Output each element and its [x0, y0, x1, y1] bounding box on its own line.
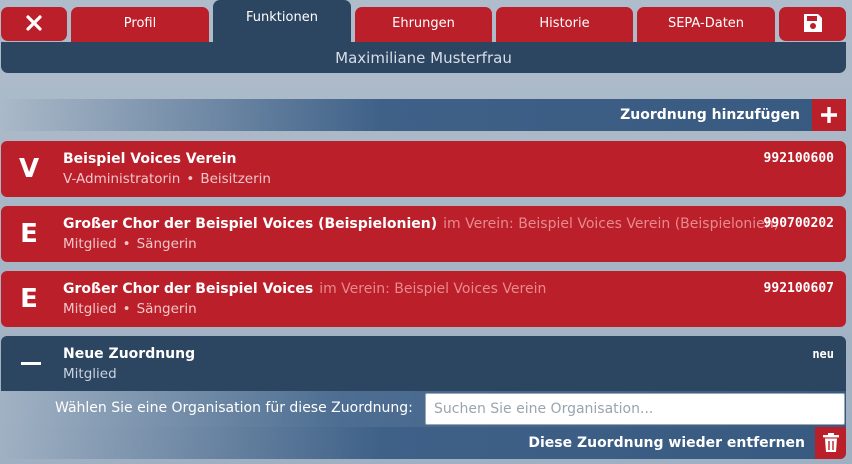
organisation-label: Wählen Sie eine Organisation für diese Z…: [55, 400, 413, 416]
assignment-type-letter: E: [20, 284, 38, 314]
tab-label: Ehrungen: [392, 16, 455, 31]
add-assignment-label[interactable]: Zuordnung hinzufügen: [620, 107, 800, 123]
separator-dot: •: [122, 236, 131, 252]
remove-assignment-bar: Diese Zuordnung wieder entfernen: [1, 427, 846, 459]
tab-label: Profil: [123, 16, 157, 31]
save-icon: [803, 14, 822, 32]
assignment-card[interactable]: E Großer Chor der Beispiel Voices im Vere…: [1, 271, 846, 327]
separator-dot: •: [122, 301, 131, 317]
new-assignment-card[interactable]: Neue Zuordnung Mitglied neu: [1, 336, 846, 391]
assignment-roles: Mitglied • Sängerin: [63, 301, 197, 317]
tab-label: Historie: [539, 16, 590, 31]
close-icon: [26, 15, 42, 31]
collapse-icon[interactable]: [21, 362, 41, 365]
assignment-org-name: Großer Chor der Beispiel Voices (Beispie…: [63, 216, 438, 232]
plus-icon: [821, 107, 837, 123]
assignment-role: V-Administratorin: [63, 171, 181, 187]
close-button[interactable]: [1, 7, 67, 41]
tab-label: SEPA-Daten: [667, 16, 745, 31]
assignment-roles: Mitglied • Sängerin: [63, 236, 197, 252]
assignment-roles: V-Administratorin • Beisitzerin: [63, 171, 271, 187]
separator-dot: •: [186, 171, 195, 187]
person-name: Maximiliane Musterfrau: [335, 48, 512, 67]
tab-ehrungen[interactable]: Ehrungen: [355, 7, 492, 42]
assignment-card[interactable]: V Beispiel Voices Verein V-Administrator…: [1, 141, 846, 197]
tab-historie[interactable]: Historie: [496, 7, 633, 42]
assignment-role: Beisitzerin: [200, 171, 271, 187]
assignment-role: Sängerin: [136, 236, 197, 252]
remove-assignment-button[interactable]: [815, 427, 846, 459]
assignment-context: im Verein: Beispiel Voices Verein (Beisp…: [443, 216, 780, 232]
assignment-role: Mitglied: [63, 236, 117, 252]
add-assignment-button[interactable]: [812, 99, 846, 131]
assignment-name: Beispiel Voices Verein: [63, 151, 237, 167]
trash-icon: [822, 433, 839, 452]
assignment-number: 990700202: [763, 216, 834, 231]
assignment-context: im Verein: Beispiel Voices Verein: [319, 281, 547, 297]
tab-funktionen[interactable]: Funktionen: [213, 0, 351, 42]
assignment-role: Mitglied: [63, 301, 117, 317]
person-header: Maximiliane Musterfrau: [1, 42, 846, 73]
new-assignment-role: Mitglied: [63, 366, 117, 382]
assignment-number: 992100607: [763, 281, 834, 296]
tab-label: Funktionen: [246, 9, 318, 25]
assignment-role: Sängerin: [136, 301, 197, 317]
tab-profil[interactable]: Profil: [71, 7, 209, 42]
assignment-type-letter: V: [18, 154, 40, 184]
assignment-name: Großer Chor der Beispiel Voices (Beispie…: [63, 216, 779, 232]
assignment-card[interactable]: E Großer Chor der Beispiel Voices (Beisp…: [1, 206, 846, 262]
assignment-type-letter: E: [20, 219, 38, 249]
assignment-org-name: Beispiel Voices Verein: [63, 151, 237, 167]
add-assignment-bar: Zuordnung hinzufügen: [0, 99, 846, 131]
new-assignment-title: Neue Zuordnung: [63, 346, 196, 362]
assignment-number: 992100600: [763, 151, 834, 166]
assignment-name: Großer Chor der Beispiel Voices im Verein…: [63, 281, 546, 297]
save-button[interactable]: [779, 7, 846, 41]
organisation-search-input[interactable]: [425, 393, 845, 425]
tab-sepa-daten[interactable]: SEPA-Daten: [637, 7, 775, 42]
remove-assignment-label[interactable]: Diese Zuordnung wieder entfernen: [528, 435, 805, 451]
assignment-org-name: Großer Chor der Beispiel Voices: [63, 281, 314, 297]
organisation-select-row: Wählen Sie eine Organisation für diese Z…: [1, 391, 846, 427]
new-badge: neu: [812, 347, 834, 361]
